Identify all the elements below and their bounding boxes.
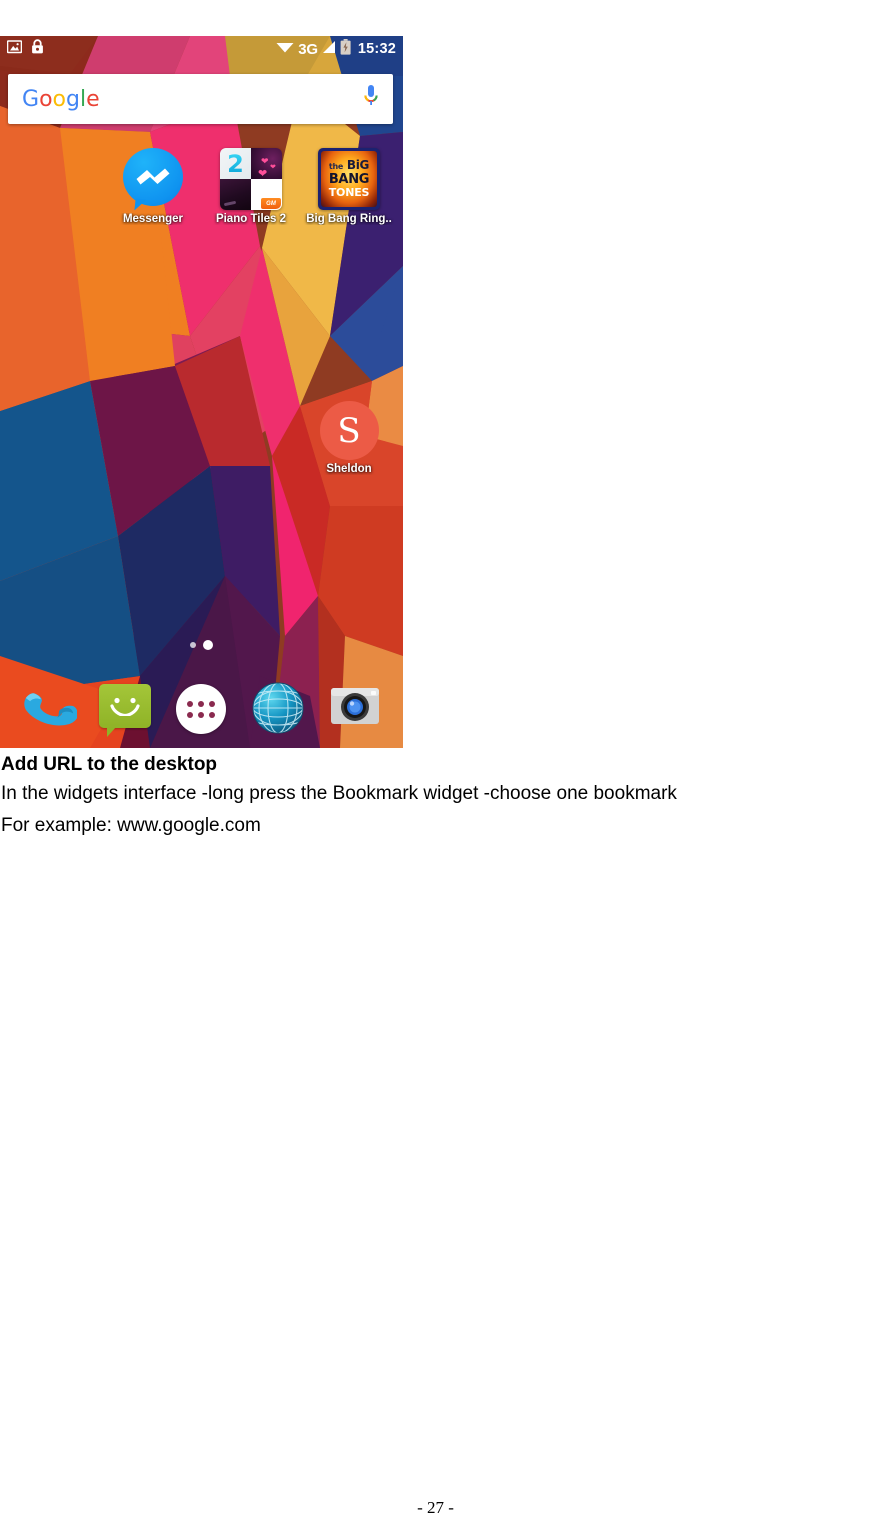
camera-icon [327, 688, 383, 734]
avatar-initial: S [337, 410, 361, 451]
google-search-widget[interactable]: Google [8, 74, 393, 124]
app-label: Messenger [122, 213, 184, 225]
screenshot-icon [6, 39, 23, 59]
messenger-icon [122, 148, 184, 212]
page-title: Add URL to the desktop [1, 754, 218, 775]
app-shortcut-piano-tiles-2[interactable]: 2 ❤ ❤ ❤ GM Piano Tiles 2 [203, 148, 299, 225]
status-bar: 3G 15:32 [0, 36, 403, 62]
dock-item-phone[interactable] [19, 680, 79, 738]
phone-icon [19, 693, 79, 742]
page-dot[interactable] [190, 642, 196, 648]
page-dot-active[interactable] [203, 640, 213, 650]
google-logo: Google [22, 86, 100, 112]
app-shortcut-big-bang-ringtones[interactable]: the BiG BANG TONES Big Bang Ring.. [301, 148, 397, 225]
microphone-icon[interactable] [363, 84, 379, 115]
dock-item-app-drawer[interactable] [172, 680, 230, 738]
browser-globe-icon [250, 682, 306, 740]
home-page-indicator [0, 640, 403, 650]
app-label: Big Bang Ring.. [306, 213, 392, 225]
contact-label: Sheldon [326, 463, 372, 475]
dock-item-messaging[interactable] [96, 680, 154, 738]
page-number: - 27 - [417, 1498, 454, 1517]
avatar: S [319, 401, 379, 460]
wifi-icon [276, 40, 294, 58]
dock-item-camera[interactable] [326, 680, 384, 738]
app-label: Piano Tiles 2 [215, 213, 287, 225]
messaging-icon [98, 684, 151, 737]
battery-icon [340, 38, 351, 60]
network-type-label: 3G [298, 40, 318, 58]
status-time: 15:32 [357, 41, 396, 57]
big-bang-tones-icon: the BiG BANG TONES [318, 148, 380, 210]
app-drawer-icon [176, 684, 227, 734]
document-paragraph: For example: www.google.com [1, 815, 261, 836]
document-body: Add URL to the desktop In the widgets in… [0, 752, 871, 842]
document-paragraph: In the widgets interface -long press the… [1, 783, 677, 804]
tile-badge-label: GM [266, 200, 276, 207]
signal-icon [322, 40, 336, 59]
phone-screenshot-figure: 3G 15:32 Google Messenger 2 ❤ ❤ ❤ GM Pia… [0, 36, 403, 748]
app-shortcut-messenger[interactable]: Messenger [105, 148, 201, 225]
lock-icon [31, 39, 44, 59]
contact-shortcut-sheldon[interactable]: S Sheldon [301, 401, 397, 475]
dock [0, 678, 403, 740]
dock-item-browser[interactable] [249, 680, 307, 738]
piano-tiles-2-icon: 2 ❤ ❤ ❤ GM [220, 148, 282, 210]
tile-number: 2 [227, 149, 244, 178]
